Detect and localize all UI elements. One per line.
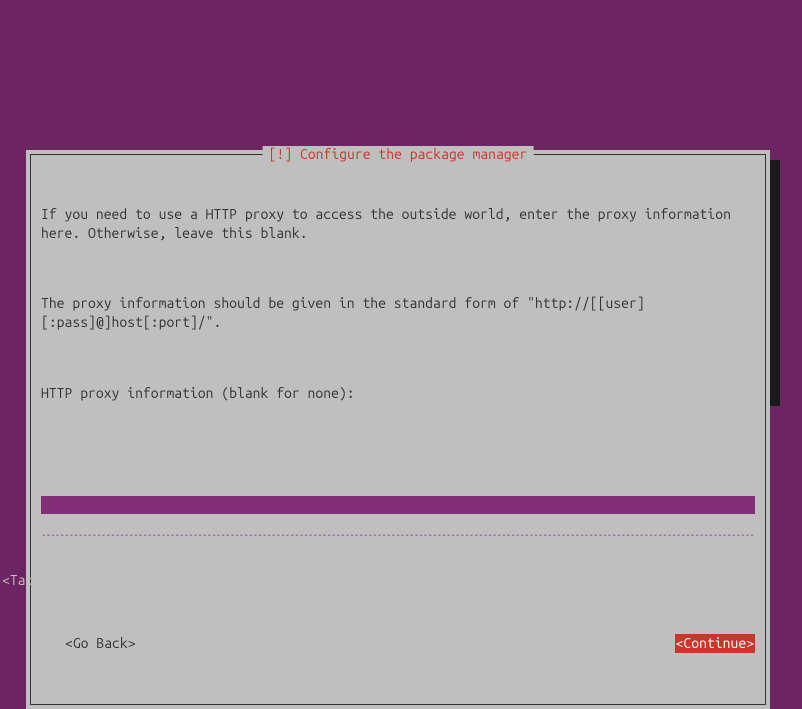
- dialog-paragraph-2: The proxy information should be given in…: [41, 294, 755, 332]
- go-back-button[interactable]: <Go Back>: [65, 634, 136, 653]
- dialog: [!] Configure the package manager If you…: [26, 150, 770, 709]
- input-row: ----------------------------------------…: [41, 459, 755, 574]
- button-row: <Go Back> <Continue>: [41, 634, 755, 653]
- continue-button[interactable]: <Continue>: [675, 634, 755, 653]
- dialog-title: [!] Configure the package manager: [263, 146, 534, 162]
- dialog-body: If you need to use a HTTP proxy to acces…: [41, 167, 755, 690]
- footer-hint: <Tab> moves; <Space> selects; <Enter> ac…: [2, 572, 433, 588]
- proxy-prompt-label: HTTP proxy information (blank for none):: [41, 384, 755, 403]
- dialog-paragraph-1: If you need to use a HTTP proxy to acces…: [41, 205, 755, 243]
- input-underline: ----------------------------------------…: [41, 534, 755, 536]
- proxy-input[interactable]: [41, 496, 755, 514]
- dialog-frame: [!] Configure the package manager If you…: [30, 154, 766, 705]
